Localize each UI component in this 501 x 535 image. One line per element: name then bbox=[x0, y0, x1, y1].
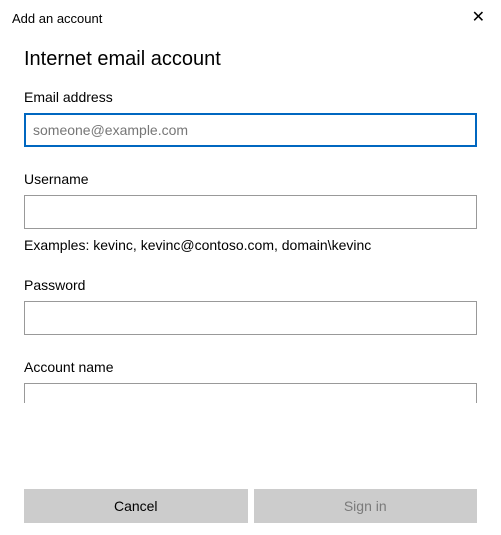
account-name-field-block: Account name bbox=[24, 359, 477, 403]
password-field-block: Password bbox=[24, 277, 477, 335]
window-title: Add an account bbox=[12, 11, 102, 26]
page-heading: Internet email account bbox=[24, 48, 477, 71]
signin-button[interactable]: Sign in bbox=[254, 489, 478, 523]
titlebar: Add an account ✕ bbox=[0, 0, 501, 32]
account-name-input[interactable] bbox=[24, 383, 477, 403]
close-icon[interactable]: ✕ bbox=[468, 8, 489, 28]
password-label: Password bbox=[24, 277, 477, 293]
username-input[interactable] bbox=[24, 195, 477, 229]
account-name-label: Account name bbox=[24, 359, 477, 375]
password-input[interactable] bbox=[24, 301, 477, 335]
button-row: Cancel Sign in bbox=[24, 489, 477, 523]
email-field-block: Email address bbox=[24, 89, 477, 147]
dialog-content: Internet email account Email address Use… bbox=[0, 32, 501, 403]
username-helper-text: Examples: kevinc, kevinc@contoso.com, do… bbox=[24, 237, 477, 253]
cancel-button[interactable]: Cancel bbox=[24, 489, 248, 523]
email-label: Email address bbox=[24, 89, 477, 105]
username-field-block: Username Examples: kevinc, kevinc@contos… bbox=[24, 171, 477, 253]
username-label: Username bbox=[24, 171, 477, 187]
email-input[interactable] bbox=[24, 113, 477, 147]
